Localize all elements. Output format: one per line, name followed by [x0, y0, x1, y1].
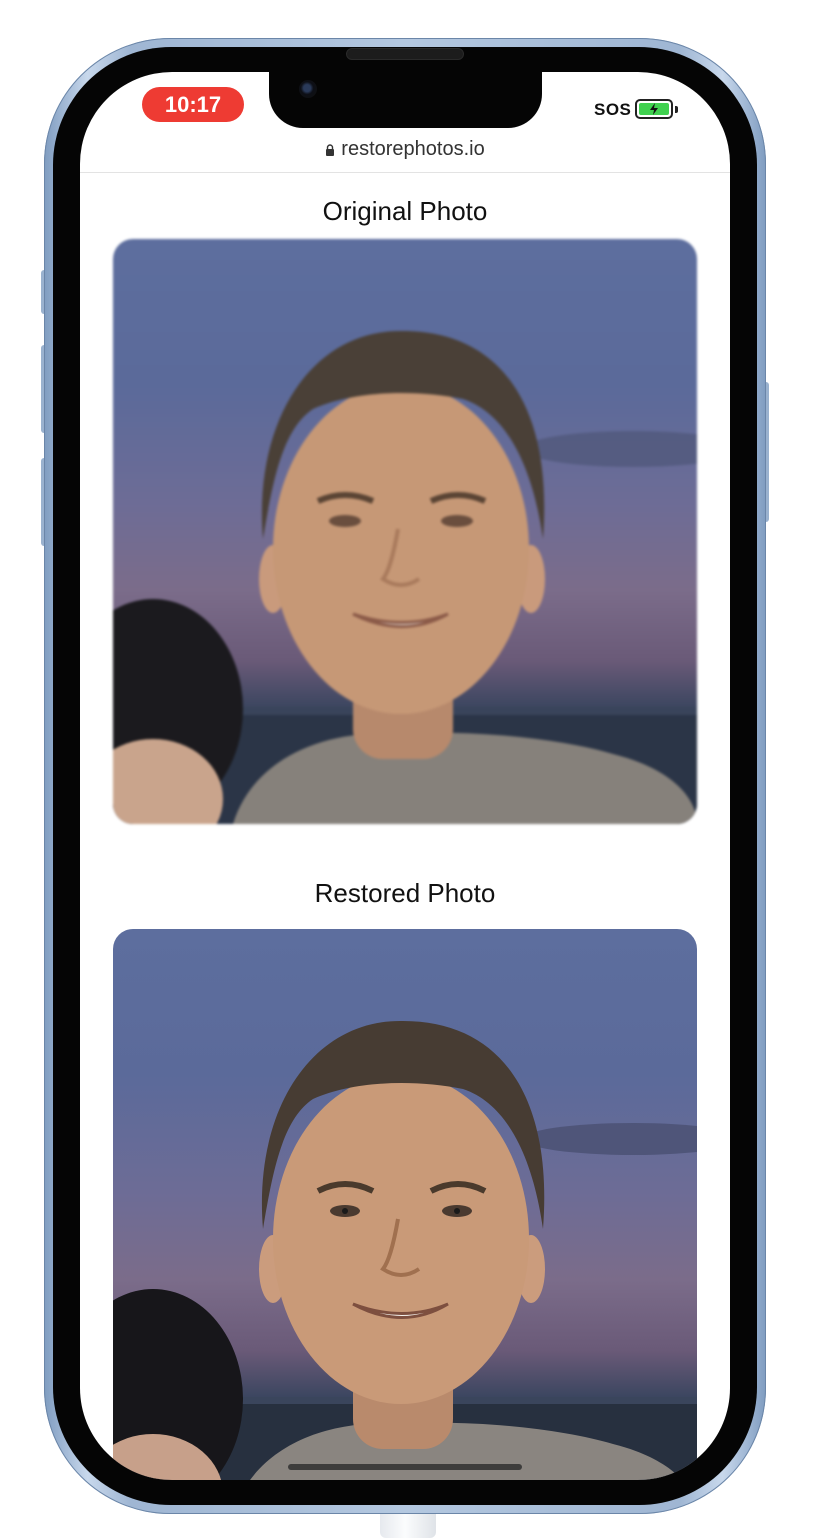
url-text: restorephotos.io — [341, 138, 485, 160]
portrait-illustration — [113, 330, 697, 824]
portrait-illustration — [113, 1020, 697, 1480]
status-time: 10:17 — [142, 87, 244, 122]
signal-status-text: SOS — [594, 100, 632, 119]
restored-photo — [113, 929, 697, 1480]
home-indicator[interactable] — [288, 1464, 522, 1470]
restored-photo-title: Restored Photo — [314, 878, 496, 908]
address-bar-divider — [80, 172, 730, 173]
address-bar[interactable]: restorephotos.io — [80, 138, 730, 172]
earpiece-speaker — [346, 48, 464, 60]
front-camera — [299, 80, 317, 98]
notch — [269, 72, 542, 128]
battery-tip — [675, 106, 678, 113]
battery-charging-icon — [635, 99, 673, 119]
lightning-bolt-icon — [650, 103, 658, 115]
original-photo-title: Original Photo — [322, 196, 488, 226]
phone-screen: 10:17 SOS restorephotos.io Original Phot… — [80, 72, 730, 1480]
lock-icon — [326, 144, 335, 156]
original-photo — [113, 239, 697, 824]
